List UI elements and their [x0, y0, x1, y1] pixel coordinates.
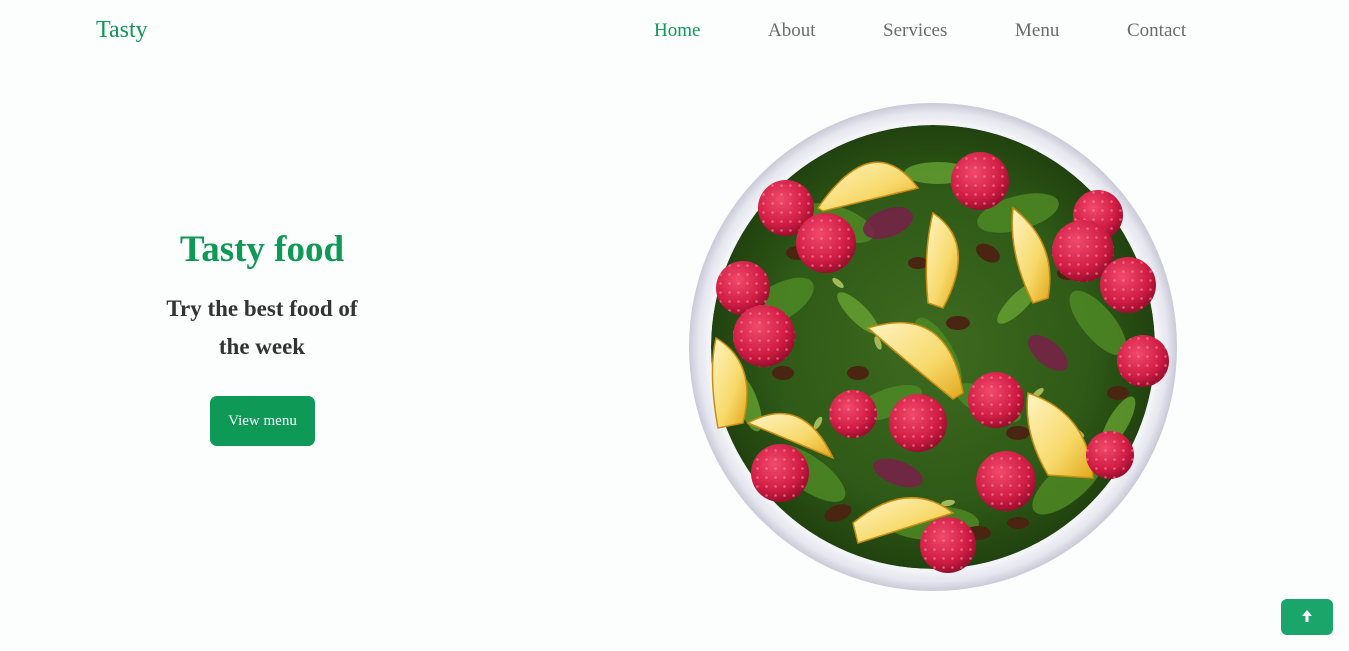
nav-services[interactable]: Services [883, 18, 947, 44]
view-menu-button[interactable]: View menu [210, 396, 315, 446]
salad-bowl-image [688, 103, 1178, 591]
hero-title: Tasty food [179, 229, 345, 270]
arrow-up-icon [1301, 609, 1313, 626]
nav-about[interactable]: About [768, 18, 816, 44]
scroll-top-button[interactable] [1281, 599, 1333, 635]
nav-home[interactable]: Home [654, 18, 700, 44]
hero-subtitle: Try the best food of the week [166, 296, 358, 359]
header: Tasty Home About Services Menu Contact [0, 0, 1349, 62]
nav-menu[interactable]: Menu [1015, 18, 1059, 44]
nav-contact[interactable]: Contact [1127, 18, 1186, 44]
page: Tasty Home About Services Menu Contact T… [0, 0, 1349, 651]
nav-bar: Home About Services Menu Contact [0, 18, 1349, 44]
hero-text: Tasty food Try the best food of the week [122, 226, 402, 366]
